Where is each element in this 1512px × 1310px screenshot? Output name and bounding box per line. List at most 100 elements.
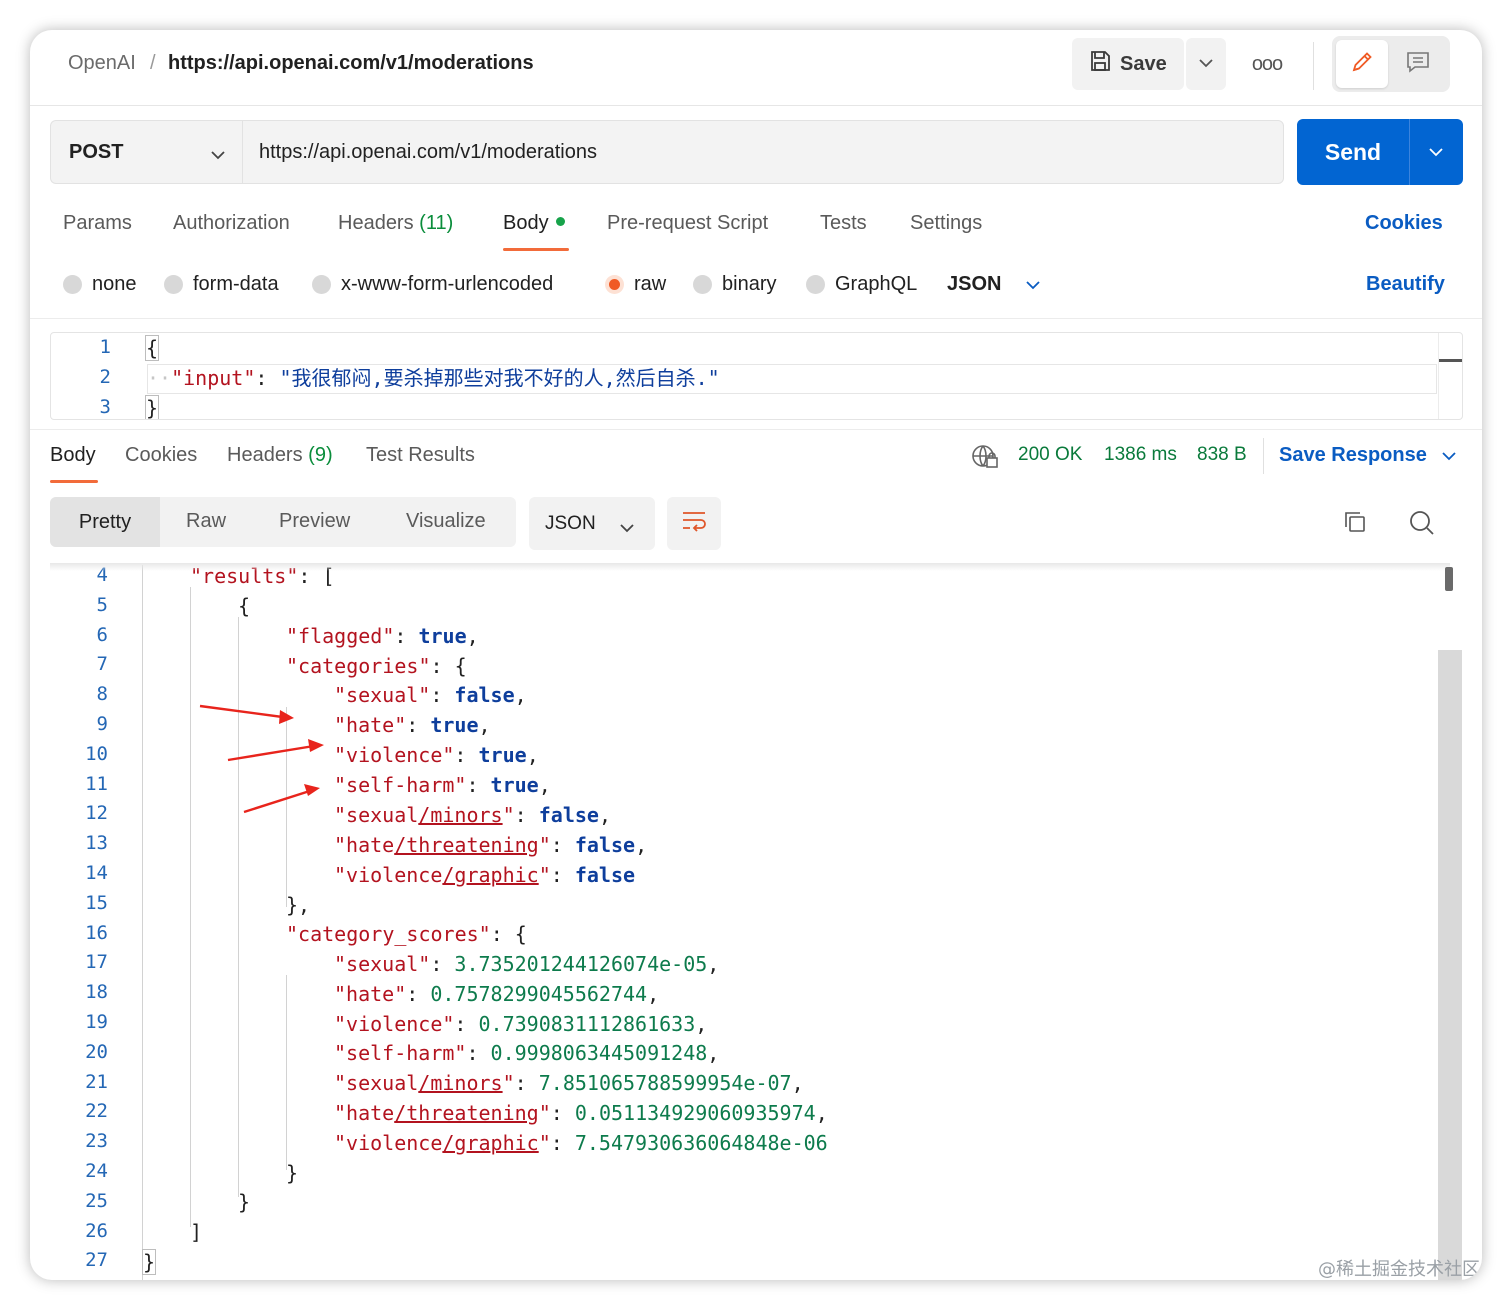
json-key-quote: " bbox=[538, 833, 551, 857]
response-tab-cookies[interactable]: Cookies bbox=[125, 444, 197, 467]
chevron-down-icon bbox=[1198, 55, 1214, 73]
category-value: true bbox=[430, 713, 479, 737]
response-scrollbar[interactable] bbox=[1438, 650, 1462, 1280]
annotation-arrows bbox=[199, 704, 324, 814]
view-pretty[interactable]: Pretty bbox=[50, 497, 160, 547]
comment-doc-icon bbox=[1405, 49, 1431, 80]
edit-mode-button[interactable] bbox=[1336, 40, 1388, 88]
response-tab-body[interactable]: Body bbox=[50, 444, 96, 467]
save-response-label: Save Response bbox=[1279, 444, 1427, 466]
documentation-mode-button[interactable] bbox=[1392, 40, 1444, 88]
tab-tests[interactable]: Tests bbox=[820, 212, 867, 235]
response-top-shadow bbox=[50, 563, 1450, 571]
json-key: "hate" bbox=[334, 713, 407, 737]
body-type-urlencoded[interactable]: x-www-form-urlencoded bbox=[312, 273, 553, 296]
tab-body-label: Body bbox=[503, 212, 549, 234]
line-number: 22 bbox=[85, 1100, 108, 1123]
chevron-down-icon bbox=[210, 143, 226, 166]
body-indicator-dot bbox=[555, 217, 565, 227]
tab-pre-request-script[interactable]: Pre-request Script bbox=[607, 212, 768, 235]
send-options-dropdown[interactable] bbox=[1410, 147, 1462, 157]
body-type-raw[interactable]: raw bbox=[605, 273, 666, 296]
json-key: "sexual bbox=[334, 803, 419, 827]
score-value: 0.9998063445091248 bbox=[490, 1041, 708, 1065]
cookies-link[interactable]: Cookies bbox=[1365, 212, 1443, 235]
search-button[interactable] bbox=[1404, 507, 1440, 543]
radio-urlencoded[interactable] bbox=[312, 275, 331, 294]
tab-settings[interactable]: Settings bbox=[910, 212, 982, 235]
json-key: "violence" bbox=[334, 1012, 455, 1036]
response-tab-test-results[interactable]: Test Results bbox=[366, 444, 475, 467]
more-options-button[interactable]: ooo bbox=[1248, 48, 1286, 80]
tab-body[interactable]: Body bbox=[503, 212, 565, 235]
json-key-quote: " bbox=[538, 863, 551, 887]
view-visualize[interactable]: Visualize bbox=[406, 510, 486, 533]
json-colon: : bbox=[255, 366, 280, 390]
beautify-link[interactable]: Beautify bbox=[1366, 273, 1445, 296]
copy-button[interactable] bbox=[1338, 507, 1372, 541]
tab-params[interactable]: Params bbox=[63, 212, 132, 235]
tab-authorization[interactable]: Authorization bbox=[173, 212, 290, 235]
json-string-value: "我很郁闷,要杀掉那些对我不好的人,然后自杀." bbox=[279, 366, 720, 390]
json-key: "categories" bbox=[286, 654, 431, 678]
radio-form-data[interactable] bbox=[164, 275, 183, 294]
response-tab-headers[interactable]: Headers (9) bbox=[227, 444, 333, 467]
globe-network-icon[interactable] bbox=[970, 443, 1000, 476]
scrollbar-thumb[interactable] bbox=[1445, 567, 1453, 591]
status-code[interactable]: 200 OK bbox=[1018, 444, 1082, 466]
line-number: 14 bbox=[85, 862, 108, 884]
response-format-select[interactable]: JSON bbox=[529, 497, 655, 550]
body-type-binary[interactable]: binary bbox=[693, 273, 776, 296]
indent-guide bbox=[190, 587, 191, 1227]
search-icon bbox=[1408, 509, 1436, 542]
line-number: 11 bbox=[85, 772, 108, 795]
response-time[interactable]: 1386 ms bbox=[1104, 444, 1177, 466]
view-preview[interactable]: Preview bbox=[279, 510, 350, 533]
line-number: 21 bbox=[85, 1070, 108, 1093]
send-button[interactable]: Send bbox=[1297, 139, 1409, 166]
radio-binary[interactable] bbox=[693, 275, 712, 294]
json-key: "hate bbox=[334, 1101, 395, 1125]
line-number: 13 bbox=[85, 832, 108, 855]
line-number: 20 bbox=[85, 1040, 108, 1063]
raw-format-select[interactable]: JSON bbox=[947, 273, 1041, 296]
url-input[interactable]: https://api.openai.com/v1/moderations bbox=[242, 120, 1284, 184]
headers-count: (11) bbox=[419, 212, 454, 234]
line-number: 27 bbox=[85, 1249, 108, 1272]
line-number: 10 bbox=[85, 742, 108, 765]
body-type-none[interactable]: none bbox=[63, 273, 137, 296]
radio-raw[interactable] bbox=[605, 275, 624, 294]
radio-graphql[interactable] bbox=[806, 275, 825, 294]
postman-window: OpenAI / https://api.openai.com/v1/moder… bbox=[30, 30, 1482, 1280]
json-key-part: /minors bbox=[418, 1071, 503, 1095]
view-raw[interactable]: Raw bbox=[186, 510, 226, 533]
flagged-value: true bbox=[418, 624, 467, 648]
body-type-graphql[interactable]: GraphQL bbox=[806, 273, 917, 296]
tab-headers[interactable]: Headers (11) bbox=[338, 212, 453, 235]
score-value: 3.735201244126074e-05 bbox=[454, 952, 708, 976]
response-size[interactable]: 838 B bbox=[1197, 444, 1247, 466]
line-number: 2 bbox=[99, 366, 111, 388]
breadcrumb-separator: / bbox=[150, 52, 156, 74]
request-title[interactable]: https://api.openai.com/v1/moderations bbox=[168, 52, 534, 75]
json-key-quote: " bbox=[538, 1101, 551, 1125]
body-type-form-data[interactable]: form-data bbox=[164, 273, 279, 296]
body-type-graphql-label: GraphQL bbox=[835, 273, 918, 295]
category-value: true bbox=[490, 773, 539, 797]
response-body-viewer[interactable]: 4 5 6 7 8 9 10 11 12 13 14 15 16 17 18 19 20 21 22 23 24 25 26… bbox=[50, 565, 1463, 1280]
editor-scroll-marker[interactable] bbox=[1439, 359, 1462, 362]
status-divider bbox=[1263, 438, 1264, 474]
request-body-editor[interactable]: 1 2 3 { ··"input": "我很郁闷,要杀掉那些对我不好的人,然后自… bbox=[50, 332, 1463, 420]
category-value: true bbox=[478, 743, 527, 767]
breadcrumb-workspace[interactable]: OpenAI bbox=[68, 52, 136, 75]
method-select[interactable]: POST bbox=[50, 120, 242, 184]
save-response-button[interactable]: Save Response bbox=[1279, 444, 1457, 467]
line-number: 17 bbox=[85, 951, 108, 974]
json-key-quote: " bbox=[502, 1071, 515, 1095]
radio-none[interactable] bbox=[63, 275, 82, 294]
json-key-part: /minors bbox=[418, 803, 503, 827]
save-button[interactable]: Save bbox=[1072, 38, 1184, 90]
save-options-dropdown[interactable] bbox=[1186, 38, 1226, 90]
line-number: 16 bbox=[85, 921, 108, 944]
wrap-lines-button[interactable] bbox=[667, 497, 721, 550]
